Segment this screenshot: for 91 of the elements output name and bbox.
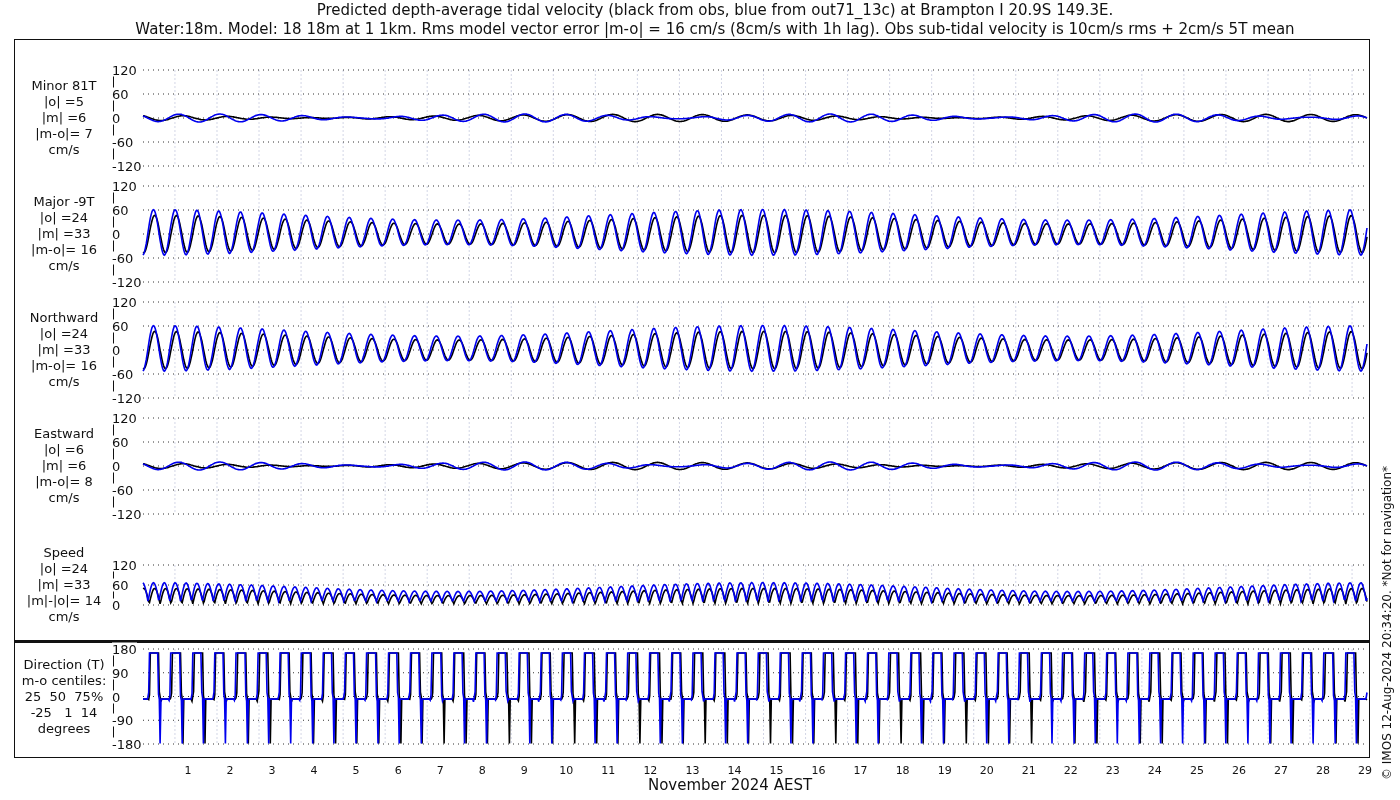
day-label: 1 xyxy=(184,764,192,777)
day-label: 23 xyxy=(1105,764,1120,777)
panel-label: Minor 81T xyxy=(31,78,97,94)
day-label: 14 xyxy=(727,764,742,777)
y-tick-label: 0 xyxy=(112,598,121,612)
y-tick-label: -180 xyxy=(112,737,142,751)
day-label: 8 xyxy=(478,764,486,777)
y-tick-label: 120 xyxy=(112,295,137,309)
day-label: 3 xyxy=(268,764,276,777)
panel-label: Northward xyxy=(29,310,99,326)
panel-label: cm/s xyxy=(48,609,80,625)
panel-label: |m| =6 xyxy=(41,110,87,126)
day-label: 16 xyxy=(811,764,826,777)
y-tick-label: 120 xyxy=(112,558,137,572)
panel-label: |m|-|o|= 14 xyxy=(26,593,102,609)
y-tick-label: 90 xyxy=(112,666,129,680)
y-tick-label: 0 xyxy=(112,690,121,703)
day-label: 22 xyxy=(1063,764,1078,777)
y-tick-label: 60 xyxy=(112,87,129,101)
day-label: 6 xyxy=(394,764,402,777)
day-label: 29 xyxy=(1358,764,1373,777)
panel-label: |m-o|= 16 xyxy=(31,358,97,374)
day-label: 28 xyxy=(1316,764,1330,777)
day-label: 17 xyxy=(853,764,868,777)
day-label: 9 xyxy=(520,764,528,777)
panel-label: |m| =6 xyxy=(41,458,87,474)
panel-label: Direction (T) xyxy=(23,656,105,673)
panel-label: |o| =24 xyxy=(39,210,89,226)
panel-label: |m-o|= 7 xyxy=(35,126,93,142)
panel-label: cm/s xyxy=(48,490,80,506)
day-label: 20 xyxy=(979,764,994,777)
y-tick-label: -60 xyxy=(112,251,134,265)
chart-title: Predicted depth-average tidal velocity (black from obs, blue from out71_13c) at Brampton I 20.9S 149.3E. xyxy=(316,1,1114,20)
y-tick-label: 60 xyxy=(112,578,129,592)
y-tick-label: 0 xyxy=(112,343,121,357)
panel-label: |o| =24 xyxy=(39,326,89,342)
y-tick-label: 120 xyxy=(112,63,137,77)
panel-label: |m| =33 xyxy=(37,226,91,242)
panel-label: |m-o|= 8 xyxy=(35,474,93,490)
day-label: 4 xyxy=(310,764,318,777)
panel-label: -25 1 14 xyxy=(30,704,98,721)
day-label: 12 xyxy=(643,764,658,777)
y-tick-label: -90 xyxy=(112,713,134,727)
day-label: 13 xyxy=(685,764,700,777)
panel-label: degrees xyxy=(37,720,91,737)
day-label: 15 xyxy=(769,764,784,777)
y-tick-label: -120 xyxy=(112,391,142,405)
panel-label: cm/s xyxy=(48,258,80,274)
y-tick-label: -120 xyxy=(112,159,142,173)
y-tick-label: 60 xyxy=(112,319,129,333)
y-tick-label: 0 xyxy=(112,227,121,241)
day-label: 5 xyxy=(352,764,360,777)
panel-label: Eastward xyxy=(34,426,94,442)
day-label: 11 xyxy=(601,764,616,777)
y-tick-label: -60 xyxy=(112,367,134,381)
day-label: 24 xyxy=(1147,764,1162,777)
y-tick-label: -60 xyxy=(112,483,134,497)
panel-label: |o| =5 xyxy=(44,94,84,110)
day-label: 7 xyxy=(436,764,444,777)
y-tick-label: 60 xyxy=(112,435,129,449)
panel-label: Major -9T xyxy=(33,194,95,210)
chart-subtitle: Water:18m. Model: 18 18m at 1 1km. Rms model vector error |m-o| = 16 cm/s (8cm/s with 1h lag). Obs sub-tidal velocity is 10cm/s rms + 2cm/s 5T mean xyxy=(135,20,1295,39)
day-label: 21 xyxy=(1021,764,1036,777)
y-tick-label: -120 xyxy=(112,275,142,289)
y-tick-label: 0 xyxy=(112,459,121,473)
y-tick-label: 120 xyxy=(112,411,137,425)
day-label: 19 xyxy=(937,764,952,777)
panel-label: |m-o|= 16 xyxy=(31,242,97,258)
panel-label: |m| =33 xyxy=(37,342,91,358)
x-axis-label: November 2024 AEST xyxy=(647,776,813,794)
panel-label: m-o centiles: xyxy=(21,672,107,689)
credit-text: © IMOS 12-Aug-2024 20:34:20. *Not for navigation* xyxy=(1380,465,1394,780)
y-tick-label: -60 xyxy=(112,135,134,149)
y-tick-label: -120 xyxy=(112,507,142,521)
panel-label: Speed xyxy=(43,545,85,561)
panel-label: cm/s xyxy=(48,142,80,158)
day-label: 27 xyxy=(1274,764,1288,777)
day-label: 25 xyxy=(1189,764,1204,777)
day-label: 10 xyxy=(559,764,574,777)
day-label: 2 xyxy=(226,764,234,777)
panel-label: |o| =24 xyxy=(39,561,89,577)
panel-label: |o| =6 xyxy=(44,442,84,458)
y-tick-label: 60 xyxy=(112,203,129,217)
panel-label: 25 50 75% xyxy=(24,688,104,705)
y-tick-label: 0 xyxy=(112,111,121,125)
panel-label: |m| =33 xyxy=(37,577,91,593)
y-tick-label: 120 xyxy=(112,179,137,193)
day-label: 26 xyxy=(1231,764,1246,777)
y-tick-label: 180 xyxy=(112,642,137,656)
panel-label: cm/s xyxy=(48,374,80,390)
day-label: 18 xyxy=(895,764,910,777)
